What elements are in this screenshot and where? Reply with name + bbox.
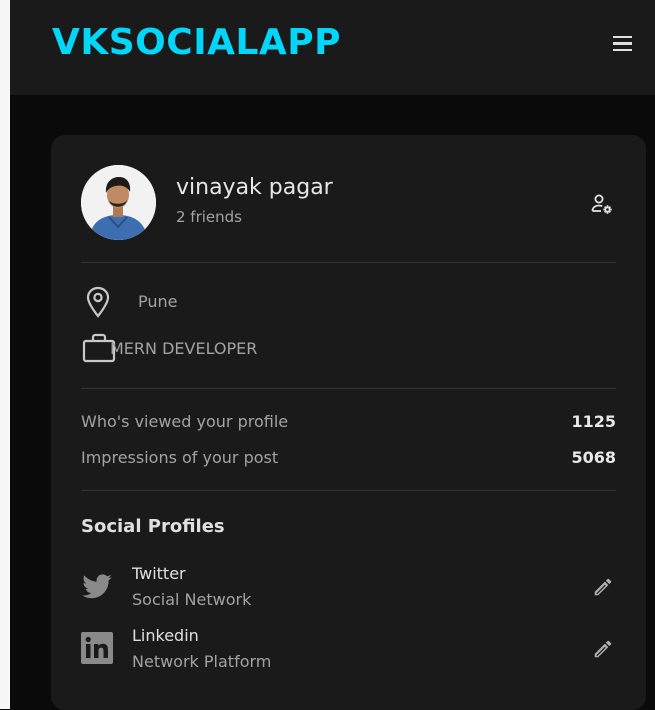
post-impressions-label: Impressions of your post (81, 448, 279, 467)
divider (81, 388, 616, 389)
linkedin-icon (81, 632, 113, 664)
friends-count: 2 friends (176, 208, 242, 226)
location-pin-icon (85, 286, 111, 318)
profile-views-label: Who's viewed your profile (81, 412, 289, 431)
linkedin-name: Linkedin (132, 626, 199, 645)
post-impressions-value: 5068 (571, 448, 616, 467)
left-edge-strip (0, 0, 10, 709)
twitter-icon (81, 571, 113, 603)
top-navbar: VKSOCIALAPP (10, 0, 655, 95)
edit-twitter-icon[interactable] (592, 576, 614, 598)
brand-logo[interactable]: VKSOCIALAPP (52, 22, 341, 63)
profile-card: vinayak pagar 2 friends Pune MERN DEVELO… (51, 135, 646, 710)
profile-views-value: 1125 (571, 412, 616, 431)
divider (81, 262, 616, 263)
twitter-subtitle: Social Network (132, 590, 252, 609)
divider (81, 490, 616, 491)
avatar[interactable] (81, 165, 156, 240)
twitter-name: Twitter (132, 564, 186, 583)
user-name: vinayak pagar (176, 175, 333, 200)
hamburger-menu-icon[interactable] (612, 36, 634, 54)
manage-accounts-icon[interactable] (590, 192, 614, 216)
social-profiles-heading: Social Profiles (81, 516, 225, 537)
occupation-text: MERN DEVELOPER (110, 339, 258, 358)
location-text: Pune (138, 292, 178, 311)
linkedin-subtitle: Network Platform (132, 652, 272, 671)
edit-linkedin-icon[interactable] (592, 638, 614, 660)
